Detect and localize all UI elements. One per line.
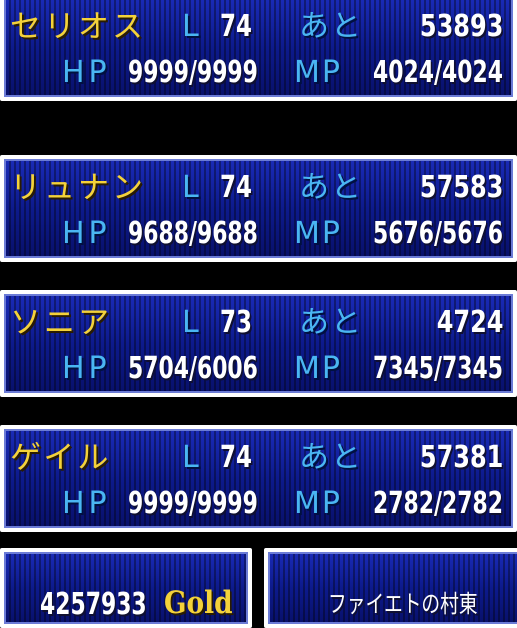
- hp-label: HP: [62, 351, 111, 386]
- hp-value: 5704/6006: [128, 351, 258, 386]
- character-name: ソニア: [10, 305, 112, 341]
- hp-value: 9688/9688: [128, 216, 258, 251]
- party-member-panel-3[interactable]: ソニア L 73 あと 4724 HP 5704/6006 MP 7345/73…: [0, 290, 517, 397]
- party-member-panel-4[interactable]: ゲイル L 74 あと 57381 HP 9999/9999 MP 2782/2…: [0, 425, 517, 532]
- character-name: ゲイル: [10, 440, 112, 476]
- next-exp-label: あと: [299, 9, 363, 44]
- character-name: リュナン: [10, 170, 146, 206]
- location-panel: ファイエトの村東: [264, 548, 517, 628]
- gold-panel: 4257933 Gold: [0, 548, 252, 628]
- next-exp-label: あと: [299, 440, 363, 475]
- next-exp-value: 57381: [419, 440, 504, 475]
- mp-label: MP: [294, 351, 342, 386]
- level-label: L: [182, 440, 199, 475]
- gold-label: Gold: [164, 585, 233, 621]
- mp-label: MP: [294, 486, 342, 521]
- level-label: L: [182, 305, 199, 340]
- level-value: 74: [220, 170, 252, 205]
- next-exp-label: あと: [299, 170, 363, 205]
- level-value: 73: [220, 305, 252, 340]
- mp-value: 5676/5676: [373, 216, 503, 251]
- mp-value: 2782/2782: [373, 486, 503, 521]
- level-label: L: [182, 170, 199, 205]
- level-label: L: [182, 9, 199, 44]
- next-exp-value: 53893: [419, 9, 504, 44]
- hp-label: HP: [62, 486, 111, 521]
- mp-label: MP: [294, 216, 342, 251]
- mp-value: 7345/7345: [373, 351, 503, 386]
- hp-label: HP: [62, 216, 111, 251]
- level-value: 74: [220, 9, 252, 44]
- level-value: 74: [220, 440, 252, 475]
- party-member-panel-2[interactable]: リュナン L 74 あと 57583 HP 9688/9688 MP 5676/…: [0, 155, 517, 262]
- mp-label: MP: [294, 55, 342, 90]
- character-name: セリオス: [10, 9, 146, 45]
- party-member-panel-1[interactable]: セリオス L 74 あと 53893 HP 9999/9999 MP 4024/…: [0, 0, 517, 101]
- gold-amount: 4257933: [40, 587, 147, 622]
- next-exp-value: 57583: [419, 170, 504, 205]
- next-exp-label: あと: [299, 305, 363, 340]
- location-name: ファイエトの村東: [328, 590, 478, 618]
- mp-value: 4024/4024: [373, 55, 503, 90]
- hp-value: 9999/9999: [128, 55, 258, 90]
- hp-value: 9999/9999: [128, 486, 258, 521]
- next-exp-value: 4724: [436, 305, 503, 340]
- hp-label: HP: [62, 55, 111, 90]
